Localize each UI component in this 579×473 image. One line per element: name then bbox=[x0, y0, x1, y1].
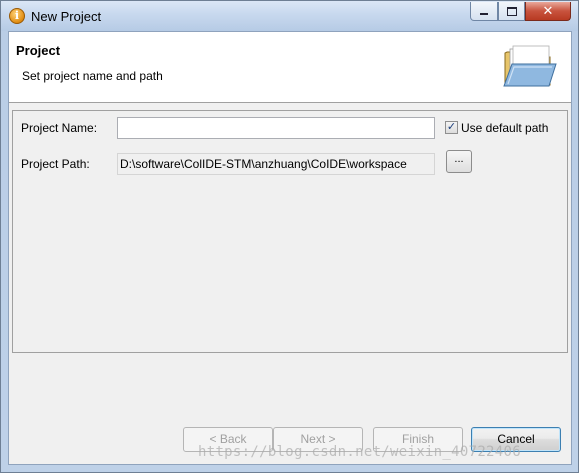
use-default-path-checkbox[interactable]: ✓ bbox=[445, 121, 458, 134]
project-name-label: Project Name: bbox=[21, 121, 98, 135]
dialog-client-area: Project Set project name and path Projec… bbox=[8, 31, 572, 465]
watermark-text: https://blog.csdn.net/weixin_40722406 bbox=[198, 444, 521, 460]
checkmark-icon: ✓ bbox=[446, 121, 457, 133]
page-title: Project bbox=[16, 43, 61, 58]
project-path-label: Project Path: bbox=[21, 157, 90, 171]
new-project-dialog: i New Project ✕ Project Set project name… bbox=[0, 0, 579, 473]
close-icon: ✕ bbox=[542, 3, 554, 18]
minimize-button[interactable] bbox=[470, 2, 498, 21]
maximize-button[interactable] bbox=[498, 2, 525, 21]
use-default-path-label[interactable]: Use default path bbox=[461, 121, 548, 135]
folder-icon bbox=[503, 45, 557, 87]
minimize-icon bbox=[480, 13, 488, 15]
maximize-icon bbox=[506, 6, 517, 16]
info-icon: i bbox=[9, 8, 25, 24]
wizard-header: Project Set project name and path bbox=[9, 32, 571, 103]
project-name-input[interactable] bbox=[117, 117, 435, 139]
close-button[interactable]: ✕ bbox=[525, 2, 571, 21]
title-bar[interactable]: i New Project ✕ bbox=[1, 1, 578, 31]
project-form-panel: Project Name: ✓ Use default path Project… bbox=[12, 110, 568, 353]
browse-button[interactable]: ... bbox=[446, 150, 472, 173]
page-description: Set project name and path bbox=[22, 69, 163, 83]
window-title: New Project bbox=[31, 9, 102, 24]
project-path-field[interactable]: D:\software\ColIDE-STM\anzhuang\CoIDE\wo… bbox=[117, 153, 435, 175]
